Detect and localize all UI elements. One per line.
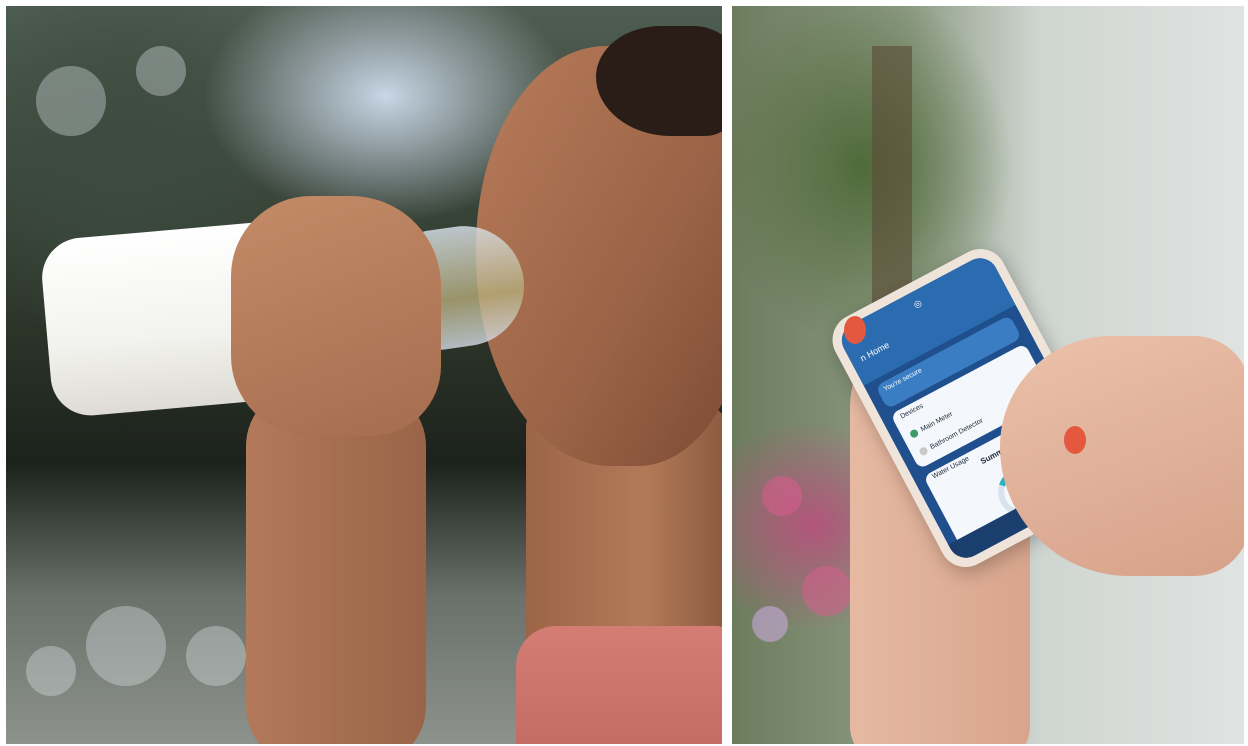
bokeh-light	[186, 626, 246, 686]
bokeh-flower	[752, 606, 788, 642]
photo-woman-drinking	[6, 6, 722, 744]
bokeh-flower	[802, 566, 852, 616]
device-status-icon	[918, 445, 929, 457]
bokeh-light	[36, 66, 106, 136]
device-status-icon	[908, 428, 920, 440]
photo-phone-app: ◎ n Home You're secure Devices Main Mete…	[732, 6, 1244, 744]
bokeh-light	[136, 46, 186, 96]
hand-holding-bottle	[231, 196, 441, 436]
devices-label: Devices	[899, 402, 925, 421]
bokeh-flower	[762, 476, 802, 516]
tank-top	[516, 626, 722, 744]
fingernail	[844, 316, 866, 344]
app-title: n Home	[858, 339, 892, 364]
arm	[246, 386, 426, 744]
bokeh-light	[26, 646, 76, 696]
fingernail	[1064, 426, 1086, 454]
bokeh-light	[86, 606, 166, 686]
hand-pointing	[1000, 336, 1244, 576]
